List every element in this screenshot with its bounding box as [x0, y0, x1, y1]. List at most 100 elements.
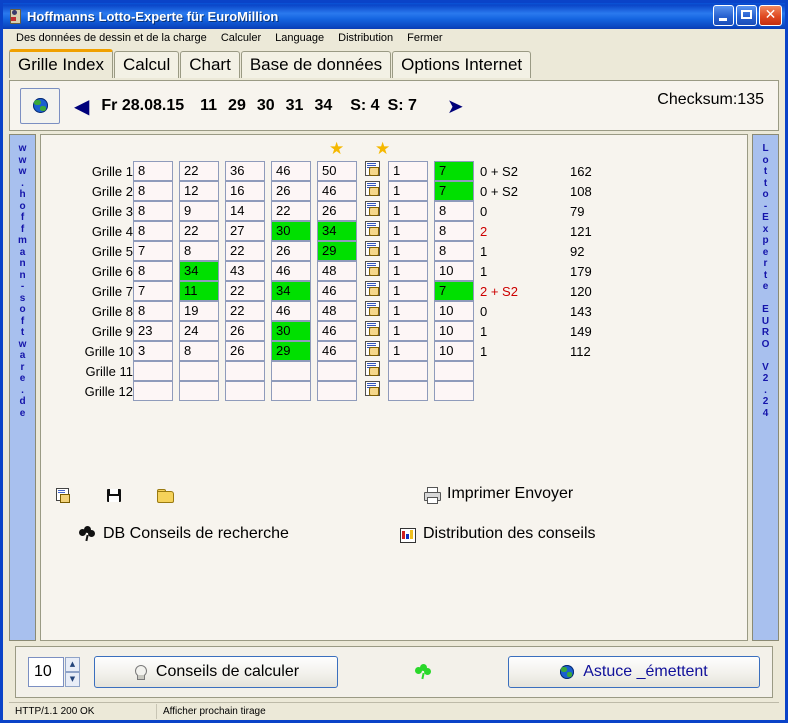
number-cell[interactable]: 8 — [133, 221, 173, 241]
open-folder-icon[interactable] — [157, 487, 174, 504]
star-number-cell[interactable] — [434, 361, 474, 381]
row-edit-icon[interactable] — [365, 321, 380, 336]
number-cell[interactable]: 36 — [225, 161, 265, 181]
row-edit-cell[interactable] — [363, 201, 388, 221]
number-cell[interactable]: 7 — [133, 241, 173, 261]
tab-calcul[interactable]: Calcul — [113, 51, 180, 78]
number-cell[interactable]: 8 — [133, 161, 173, 181]
number-cell[interactable] — [179, 381, 219, 401]
row-edit-cell[interactable] — [363, 321, 388, 341]
number-cell[interactable] — [179, 361, 219, 381]
number-cell[interactable]: 7 — [133, 281, 173, 301]
number-cell[interactable]: 23 — [133, 321, 173, 341]
number-cell[interactable]: 27 — [225, 221, 265, 241]
number-cell[interactable]: 22 — [225, 241, 265, 261]
row-edit-icon[interactable] — [365, 261, 380, 276]
row-edit-icon[interactable] — [365, 161, 380, 176]
number-cell[interactable]: 34 — [271, 281, 311, 301]
number-cell[interactable]: 9 — [179, 201, 219, 221]
row-edit-cell[interactable] — [363, 261, 388, 281]
tab-grille-index[interactable]: Grille Index — [9, 49, 113, 78]
minimize-button[interactable] — [713, 5, 734, 26]
star-number-cell[interactable]: 1 — [388, 281, 428, 301]
number-cell[interactable] — [271, 361, 311, 381]
number-cell[interactable]: 11 — [179, 281, 219, 301]
row-edit-icon[interactable] — [365, 221, 380, 236]
tab-chart[interactable]: Chart — [180, 51, 240, 78]
number-cell[interactable]: 8 — [179, 341, 219, 361]
send-tips-button[interactable]: Astuce _émettent — [508, 656, 760, 688]
stepper-up-button[interactable]: ▲ — [65, 657, 80, 672]
row-edit-icon[interactable] — [365, 181, 380, 196]
stepper-down-button[interactable]: ▼ — [65, 672, 80, 687]
print-send-button[interactable]: Imprimer Envoyer — [423, 485, 573, 504]
tab-options-internet[interactable]: Options Internet — [392, 51, 532, 78]
number-cell[interactable] — [133, 381, 173, 401]
number-cell[interactable]: 22 — [271, 201, 311, 221]
star-number-cell[interactable]: 1 — [388, 201, 428, 221]
star-number-cell[interactable]: 1 — [388, 241, 428, 261]
number-cell[interactable]: 34 — [317, 221, 357, 241]
star-number-cell[interactable]: 1 — [388, 341, 428, 361]
star-number-cell[interactable]: 1 — [388, 221, 428, 241]
number-cell[interactable]: 8 — [133, 301, 173, 321]
row-edit-icon[interactable] — [365, 201, 380, 216]
star-number-cell[interactable] — [434, 381, 474, 401]
calculate-tips-button[interactable]: Conseils de calculer — [94, 656, 338, 688]
number-cell[interactable]: 48 — [317, 301, 357, 321]
row-edit-icon[interactable] — [365, 241, 380, 256]
number-cell[interactable]: 8 — [133, 261, 173, 281]
star-number-cell[interactable]: 10 — [434, 261, 474, 281]
number-cell[interactable]: 26 — [225, 321, 265, 341]
number-cell[interactable] — [317, 381, 357, 401]
number-cell[interactable]: 46 — [317, 341, 357, 361]
internet-button[interactable] — [20, 87, 60, 124]
star-number-cell[interactable] — [388, 361, 428, 381]
number-cell[interactable]: 46 — [317, 321, 357, 341]
number-cell[interactable]: 22 — [179, 221, 219, 241]
number-cell[interactable] — [225, 361, 265, 381]
star-number-cell[interactable]: 8 — [434, 201, 474, 221]
menu-item-draw-data[interactable]: Des données de dessin et de la charge — [9, 31, 214, 45]
star-number-cell[interactable]: 1 — [388, 301, 428, 321]
number-cell[interactable]: 46 — [271, 261, 311, 281]
quantity-stepper[interactable]: 10 ▲ ▼ — [28, 657, 80, 687]
row-edit-cell[interactable] — [363, 241, 388, 261]
menu-item-fermer[interactable]: Fermer — [400, 31, 449, 45]
number-cell[interactable] — [271, 381, 311, 401]
number-cell[interactable]: 16 — [225, 181, 265, 201]
save-icon[interactable] — [106, 487, 123, 504]
number-cell[interactable]: 26 — [271, 181, 311, 201]
star-number-cell[interactable]: 1 — [388, 321, 428, 341]
row-edit-cell[interactable] — [363, 301, 388, 321]
number-cell[interactable] — [225, 381, 265, 401]
star-number-cell[interactable]: 7 — [434, 181, 474, 201]
number-cell[interactable]: 29 — [317, 241, 357, 261]
number-cell[interactable]: 43 — [225, 261, 265, 281]
star-number-cell[interactable] — [388, 381, 428, 401]
star-number-cell[interactable]: 8 — [434, 241, 474, 261]
number-cell[interactable]: 26 — [271, 241, 311, 261]
next-draw-arrow[interactable]: ➤ — [447, 96, 464, 116]
star-number-cell[interactable]: 10 — [434, 341, 474, 361]
menu-item-calculer[interactable]: Calculer — [214, 31, 268, 45]
number-cell[interactable]: 3 — [133, 341, 173, 361]
number-cell[interactable]: 46 — [317, 181, 357, 201]
number-cell[interactable] — [317, 361, 357, 381]
number-cell[interactable]: 8 — [133, 201, 173, 221]
distribution-button[interactable]: Distribution des conseils — [399, 525, 596, 543]
row-edit-cell[interactable] — [363, 341, 388, 361]
close-button[interactable]: ✕ — [759, 5, 782, 26]
number-cell[interactable]: 22 — [225, 301, 265, 321]
row-edit-cell[interactable] — [363, 361, 388, 381]
number-cell[interactable]: 48 — [317, 261, 357, 281]
menu-item-language[interactable]: Language — [268, 31, 331, 45]
number-cell[interactable]: 22 — [225, 281, 265, 301]
maximize-button[interactable] — [736, 5, 757, 26]
number-cell[interactable]: 30 — [271, 321, 311, 341]
row-edit-icon[interactable] — [365, 341, 380, 356]
number-cell[interactable]: 46 — [271, 301, 311, 321]
row-edit-cell[interactable] — [363, 281, 388, 301]
number-cell[interactable]: 46 — [317, 281, 357, 301]
number-cell[interactable]: 34 — [179, 261, 219, 281]
